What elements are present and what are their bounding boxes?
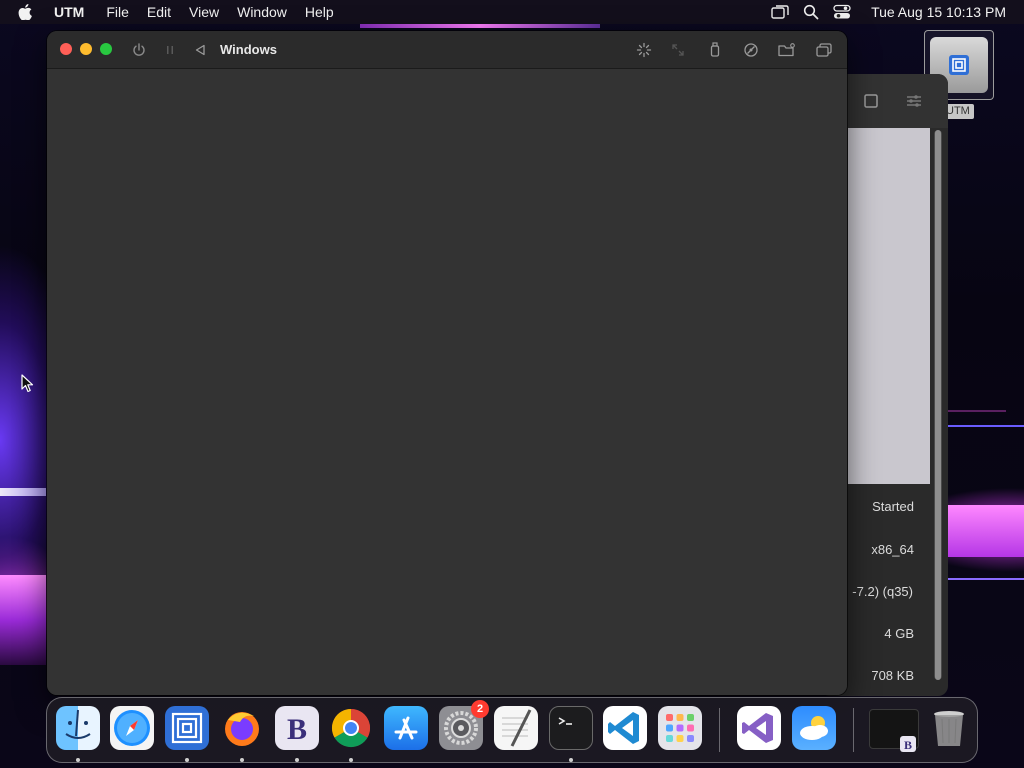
dock-bbedit[interactable]: B — [275, 706, 319, 750]
app-store-icon — [394, 716, 418, 740]
menu-file[interactable]: File — [106, 4, 129, 20]
menu-bar: UTM File Edit View Window Help Tue Aug 1… — [0, 0, 1024, 24]
weather-icon — [800, 716, 828, 740]
library-scrollbar[interactable] — [934, 130, 942, 680]
bbedit-icon: B — [287, 713, 307, 746]
close-button[interactable] — [60, 43, 72, 55]
vm-window[interactable]: Windows — [47, 31, 847, 695]
trash-icon — [934, 711, 964, 746]
dock-system-settings[interactable]: 2 — [439, 700, 489, 750]
dock-running-indicator — [240, 758, 244, 762]
dock-running-indicator — [295, 758, 299, 762]
dock-utm[interactable] — [165, 706, 209, 750]
menu-edit[interactable]: Edit — [147, 4, 171, 20]
display-icon[interactable] — [635, 41, 653, 59]
safari-icon — [114, 710, 150, 746]
menu-app-utm[interactable]: UTM — [54, 4, 84, 20]
dock-safari[interactable] — [110, 706, 154, 750]
svg-text:B: B — [904, 738, 912, 752]
menu-window[interactable]: Window — [237, 4, 287, 20]
dock-textedit[interactable] — [494, 706, 538, 750]
dock-running-indicator — [76, 758, 80, 762]
dock-vscode[interactable] — [603, 706, 647, 750]
apple-icon[interactable] — [18, 4, 38, 20]
stop-icon[interactable] — [864, 94, 878, 113]
vm-memory-value: 4 GB — [884, 626, 914, 641]
dock-weather[interactable] — [792, 706, 836, 750]
screen-mirroring-icon[interactable] — [771, 5, 789, 19]
wallpaper-streak — [946, 578, 1024, 580]
bbedit-icon: B — [900, 736, 916, 752]
textedit-icon — [502, 709, 532, 747]
wallpaper-streak — [360, 24, 600, 28]
menubar-status-area: Tue Aug 15 10:13 PM — [771, 0, 1006, 24]
vm-architecture-value: x86_64 — [871, 542, 914, 557]
window-title: Windows — [220, 42, 277, 57]
dock-launchpad[interactable] — [658, 706, 702, 750]
vm-status-value: Started — [872, 499, 914, 514]
firefox-icon — [225, 712, 259, 746]
wallpaper-band-right — [946, 505, 1024, 557]
svg-text:B: B — [287, 713, 307, 746]
wallpaper-band-left — [0, 575, 46, 665]
mouse-cursor — [21, 374, 35, 399]
shared-folder-icon[interactable] — [778, 41, 796, 59]
vm-display-area[interactable] — [47, 69, 847, 695]
back-icon[interactable] — [191, 41, 209, 59]
menu-view[interactable]: View — [189, 4, 219, 20]
menubar-clock[interactable]: Tue Aug 15 10:13 PM — [871, 4, 1006, 20]
dock-firefox[interactable] — [220, 706, 264, 750]
dock-visual-studio[interactable] — [737, 706, 781, 750]
wallpaper-glow-left — [0, 488, 46, 496]
dock-running-indicator — [349, 758, 353, 762]
notification-badge: 2 — [471, 700, 489, 718]
launchpad-icon — [666, 714, 694, 742]
scrollbar-thumb[interactable] — [935, 130, 941, 680]
windows-icon[interactable] — [815, 41, 833, 59]
dock-running-indicator — [185, 758, 189, 762]
dock-trash[interactable] — [927, 706, 971, 750]
dock-terminal[interactable] — [549, 706, 593, 750]
resize-icon[interactable] — [669, 41, 687, 59]
utm-icon — [171, 712, 203, 744]
dock-finder[interactable] — [56, 706, 100, 750]
power-icon[interactable] — [130, 41, 148, 59]
settings-sliders-icon[interactable] — [906, 94, 922, 113]
wallpaper-streak — [946, 425, 1024, 427]
wallpaper-streak — [946, 410, 1006, 412]
dock-minimized-window[interactable]: B — [869, 709, 919, 752]
chrome-icon — [331, 708, 371, 748]
minimize-button[interactable] — [80, 43, 92, 55]
spotlight-search-icon[interactable] — [803, 4, 819, 20]
vm-screen-preview[interactable] — [848, 128, 930, 484]
finder-icon — [65, 709, 91, 739]
pause-icon[interactable] — [161, 41, 179, 59]
usb-icon[interactable] — [706, 41, 724, 59]
vm-window-titlebar[interactable]: Windows — [47, 31, 847, 69]
drive-icon[interactable] — [742, 41, 760, 59]
visual-studio-icon — [742, 713, 773, 743]
vm-size-value: 708 KB — [871, 668, 914, 683]
dock-running-indicator — [569, 758, 573, 762]
dock-separator — [719, 708, 720, 752]
dock-chrome[interactable] — [329, 706, 373, 750]
vscode-icon — [608, 712, 639, 744]
vm-machine-value: -7.2) (q35) — [852, 584, 913, 599]
maximize-button[interactable] — [100, 43, 112, 55]
menu-help[interactable]: Help — [305, 4, 334, 20]
dock-app-store[interactable] — [384, 706, 428, 750]
dock-separator — [853, 708, 854, 752]
dock: B 2 B — [46, 697, 978, 763]
control-center-icon[interactable] — [833, 4, 851, 20]
terminal-icon — [558, 717, 572, 725]
